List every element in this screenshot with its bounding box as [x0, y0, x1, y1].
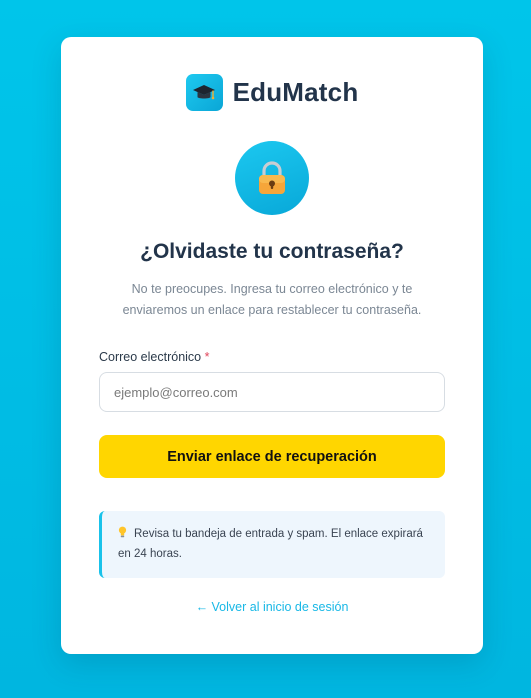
brand-name: EduMatch: [232, 77, 359, 107]
page-subtitle: No te preocupes. Ingresa tu correo elect…: [122, 282, 422, 317]
page-title: ¿Olvidaste tu contraseña?: [140, 240, 404, 263]
required-mark: *: [204, 350, 210, 364]
email-label-text: Correo electrónico: [99, 350, 202, 364]
send-recovery-link-button[interactable]: Enviar enlace de recuperación: [99, 435, 445, 478]
recovery-card: EduMatch ¿Olvidaste tu contraseña? No te…: [61, 37, 483, 654]
email-label: Correo electrónico *: [99, 350, 210, 364]
info-text: Revisa tu bandeja de entrada y spam. El …: [118, 528, 423, 560]
brand-logo: EduMatch: [61, 74, 483, 111]
graduation-cap-icon: [185, 74, 223, 111]
back-to-login-link[interactable]: ← Volver al inicio de sesión: [61, 600, 483, 614]
lightbulb-icon: [118, 524, 128, 544]
email-field[interactable]: [99, 372, 445, 412]
padlock-icon: [235, 141, 309, 215]
info-notice: Revisa tu bandeja de entrada y spam. El …: [99, 511, 445, 578]
